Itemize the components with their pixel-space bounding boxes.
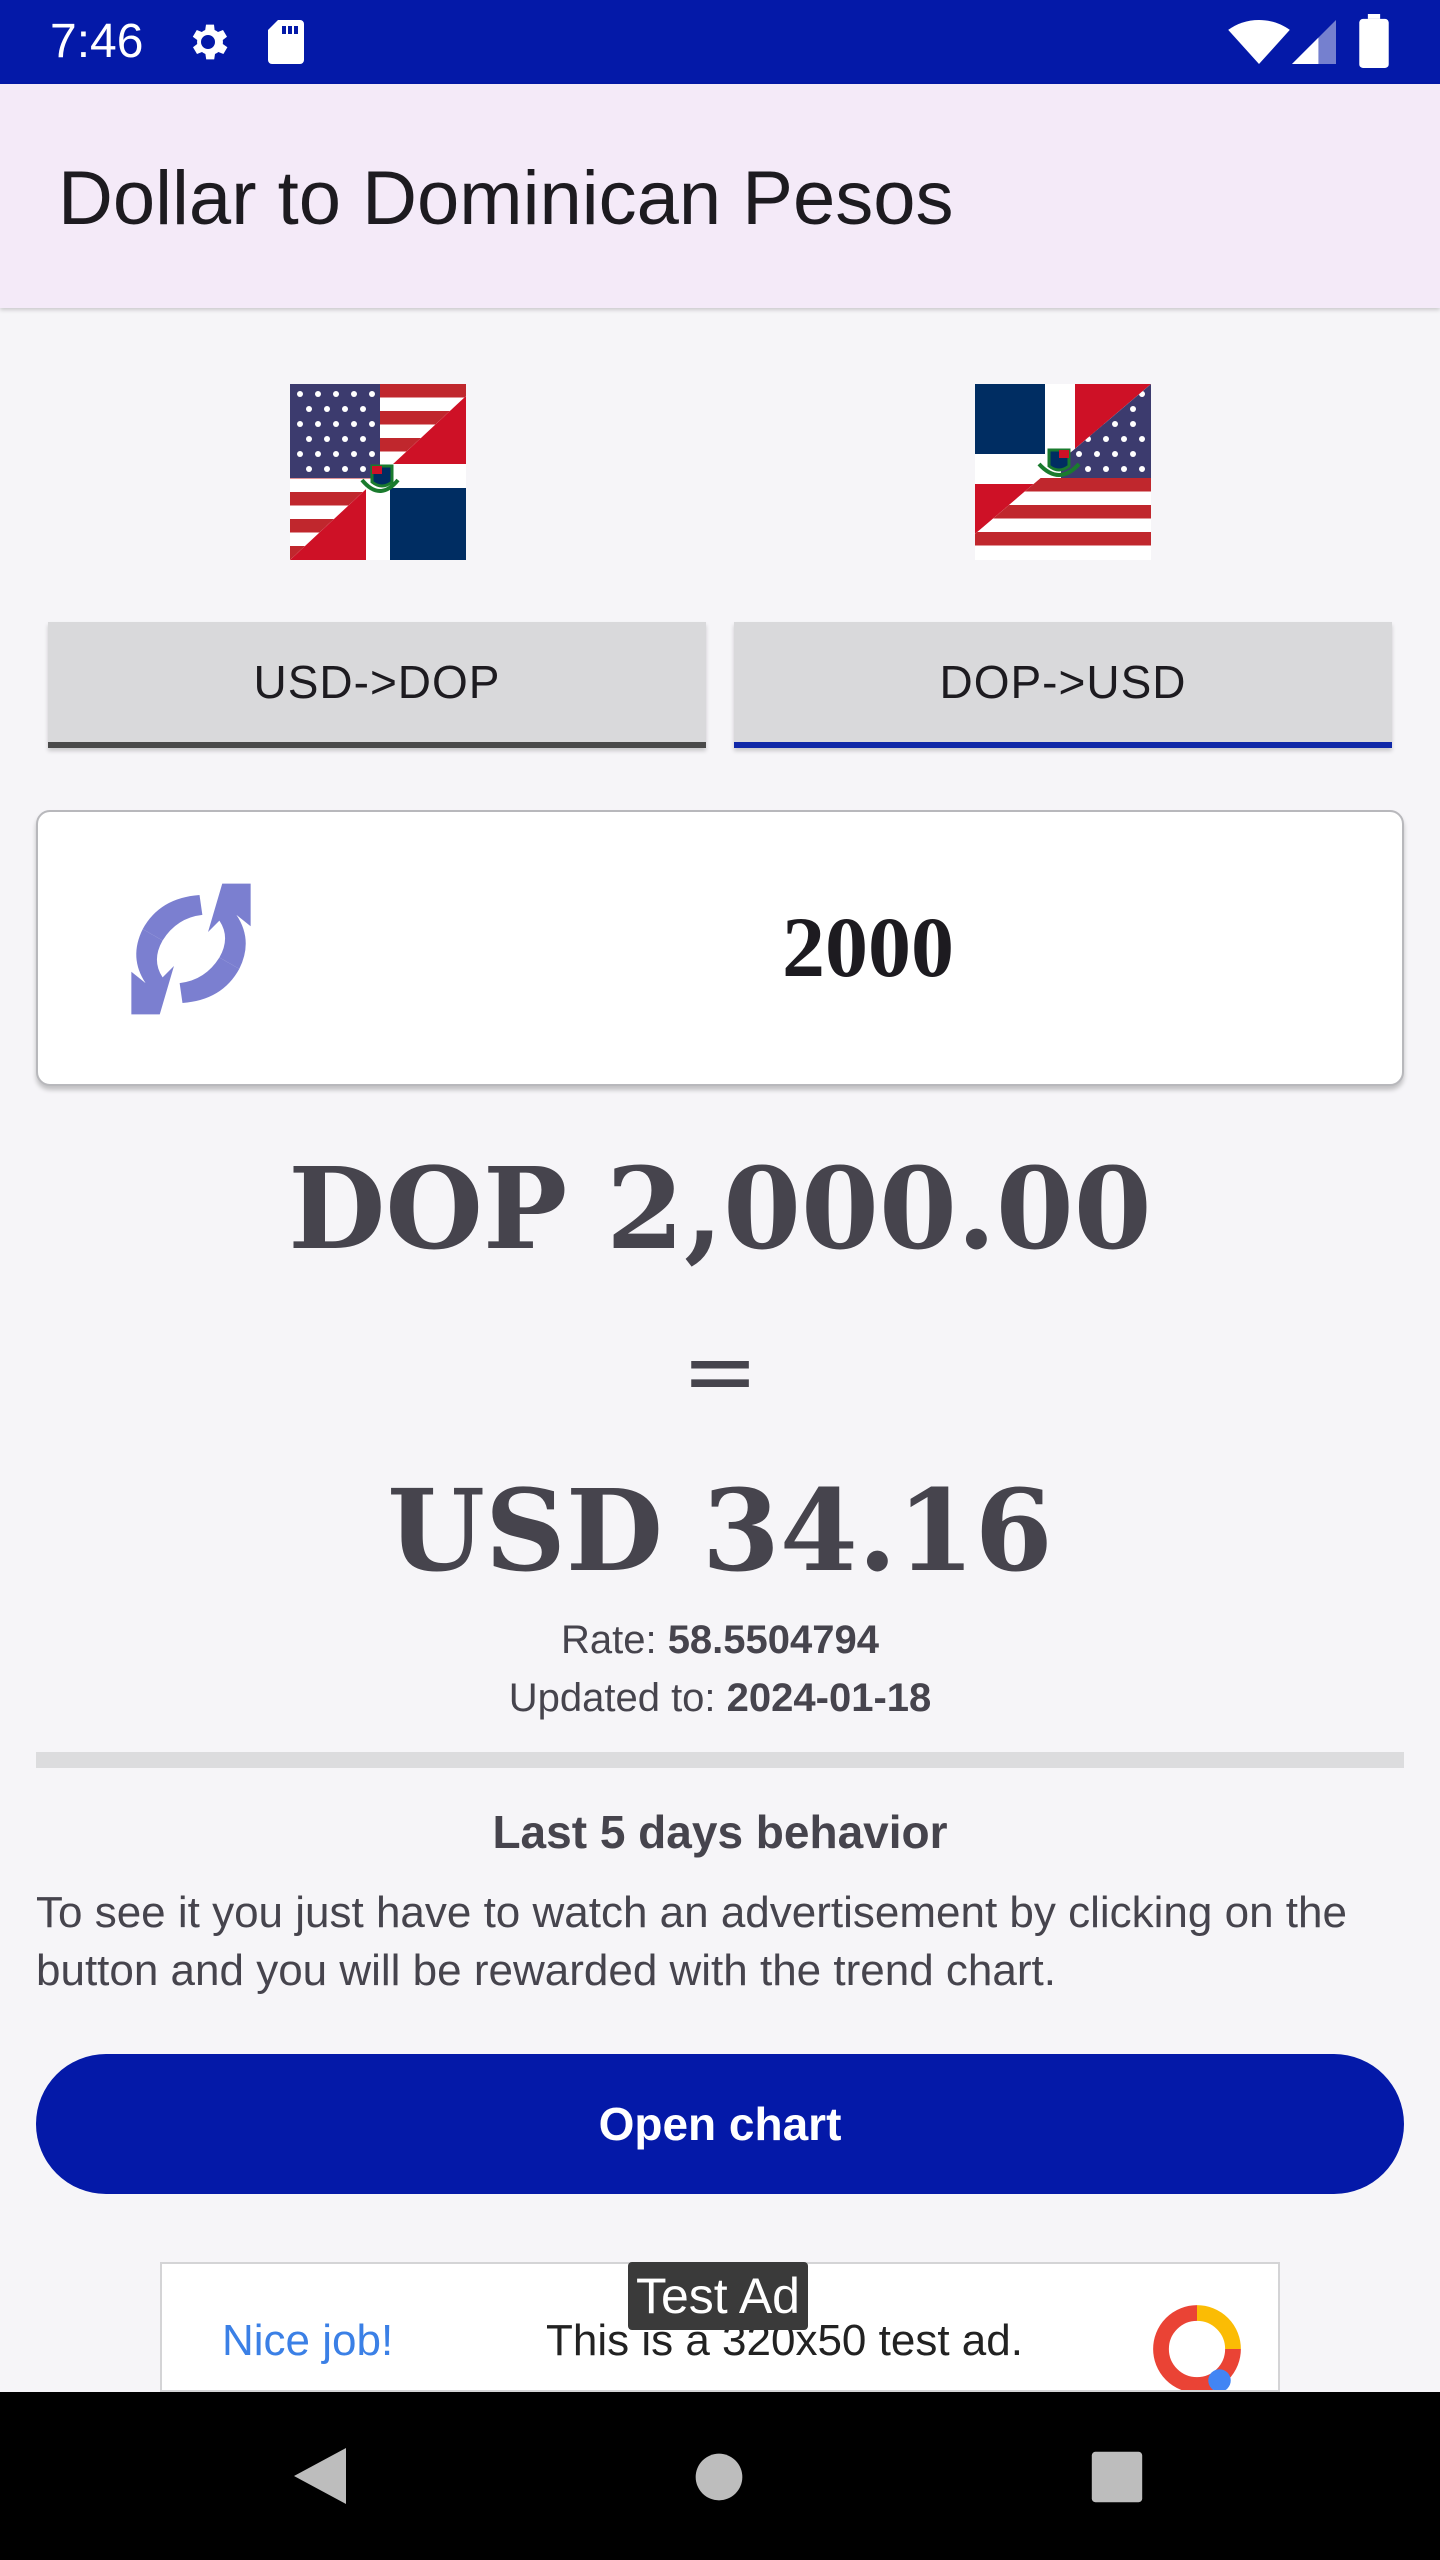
status-time: 7:46 [50,15,144,68]
amount-input[interactable] [368,872,1368,1022]
trend-description: To see it you just have to watch an adve… [36,1888,1347,1995]
to-amount: USD 34.16 [387,1466,1053,1597]
battery-icon [1359,14,1389,68]
rate-label: Rate: [560,1618,668,1662]
amount-card [36,810,1404,1086]
open-chart-button[interactable]: Open chart [36,2054,1404,2194]
from-amount: DOP 2,000.00 [288,1144,1152,1275]
navigation-bar [0,2392,1440,2560]
dop-usd-button[interactable]: DOP->USD [734,622,1392,748]
ad-logo-icon [1153,2305,1241,2390]
equals-sign: = [681,1318,759,1425]
test-ad-tag: Test Ad [628,2262,808,2330]
app-bar: Dollar to Dominican Pesos [0,84,1440,308]
sd-card-icon [268,20,304,64]
recent-apps-icon[interactable] [1090,2450,1144,2504]
divider [36,1752,1404,1768]
updated-label: Updated to: [508,1676,727,1720]
usd-dop-button[interactable]: USD->DOP [48,622,706,748]
signal-icon [1292,20,1336,64]
flag-dop-usd-icon [975,384,1151,560]
swap-icon[interactable] [120,878,262,1020]
updated-value: 2024-01-18 [726,1676,932,1720]
updated-line: Updated to: 2024-01-18 [0,1670,1440,1726]
flag-usd-dop-icon [290,384,466,560]
home-icon[interactable] [694,2452,744,2502]
status-bar: 7:46 [0,0,1440,84]
wifi-icon [1228,20,1290,64]
trend-title: Last 5 days behavior [492,1806,948,1858]
back-icon[interactable] [290,2444,350,2508]
gear-icon [192,24,228,60]
app-title: Dollar to Dominican Pesos [58,156,954,241]
ad-nice-text: Nice job! [222,2316,394,2365]
rate-line: Rate: 58.5504794 [0,1612,1440,1668]
rate-value: 58.5504794 [667,1618,880,1662]
